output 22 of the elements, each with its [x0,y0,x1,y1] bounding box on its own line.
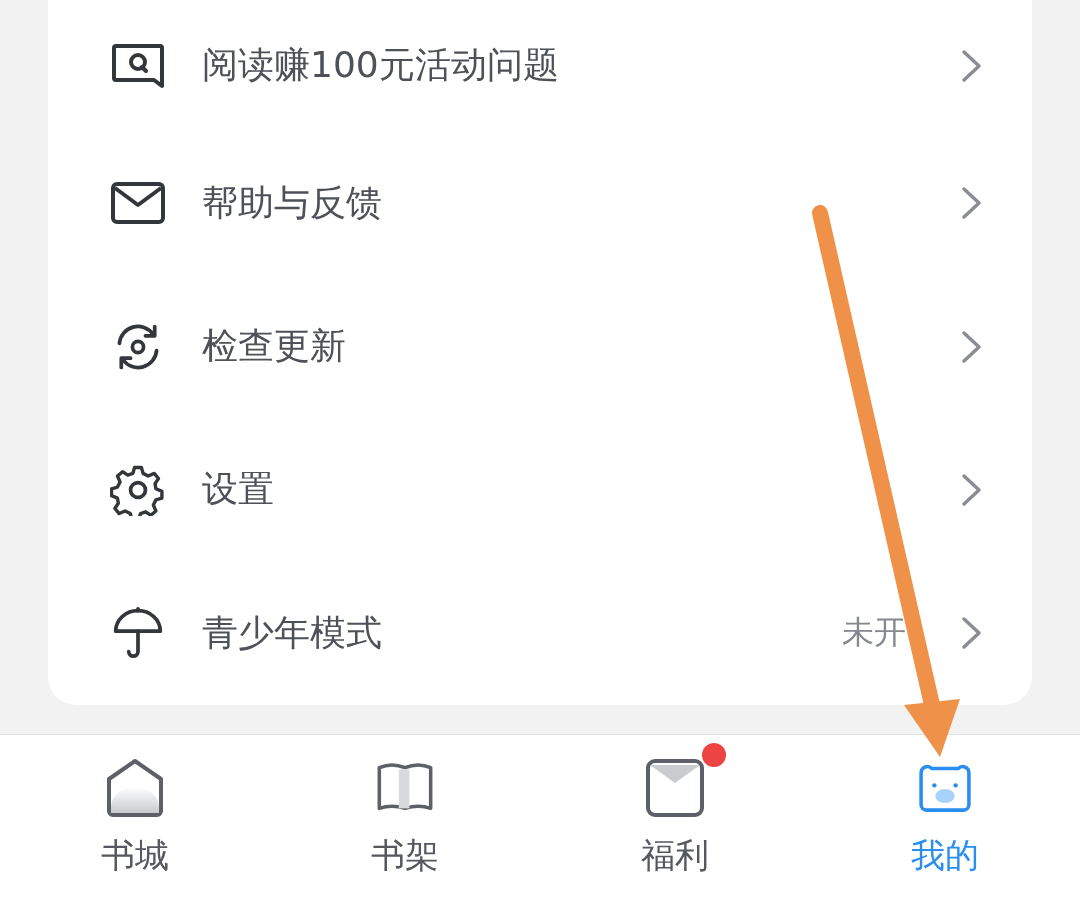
envelope-icon [644,757,706,819]
menu-item[interactable]: 设置 [48,418,1032,562]
status-text: 未开 [842,612,906,654]
menu-item[interactable]: 帮助与反馈 [48,131,1032,275]
menu-label: 阅读赚100元活动问题 [202,43,560,88]
home-icon [104,757,166,819]
menu-label: 设置 [202,467,275,512]
menu-label: 青少年模式 [202,610,383,655]
menu-label: 检查更新 [202,324,347,368]
menu-item[interactable]: 检查更新 [48,274,1032,419]
menu-item[interactable]: 阅读赚100元活动问题 [48,0,1032,132]
chevron-icon [960,185,984,222]
tab[interactable]: 书架 [270,735,540,903]
chevron-icon [960,615,984,652]
chevron-icon [960,471,984,508]
tab[interactable]: 书城 [0,735,270,903]
chevron-icon [960,47,984,84]
settings-icon [110,463,166,516]
tab[interactable]: 福利 [540,735,810,903]
menu-item[interactable]: 青少年模式 未开 [48,561,1032,705]
chevron-icon [960,328,984,365]
menu-label: 帮助与反馈 [202,180,383,225]
